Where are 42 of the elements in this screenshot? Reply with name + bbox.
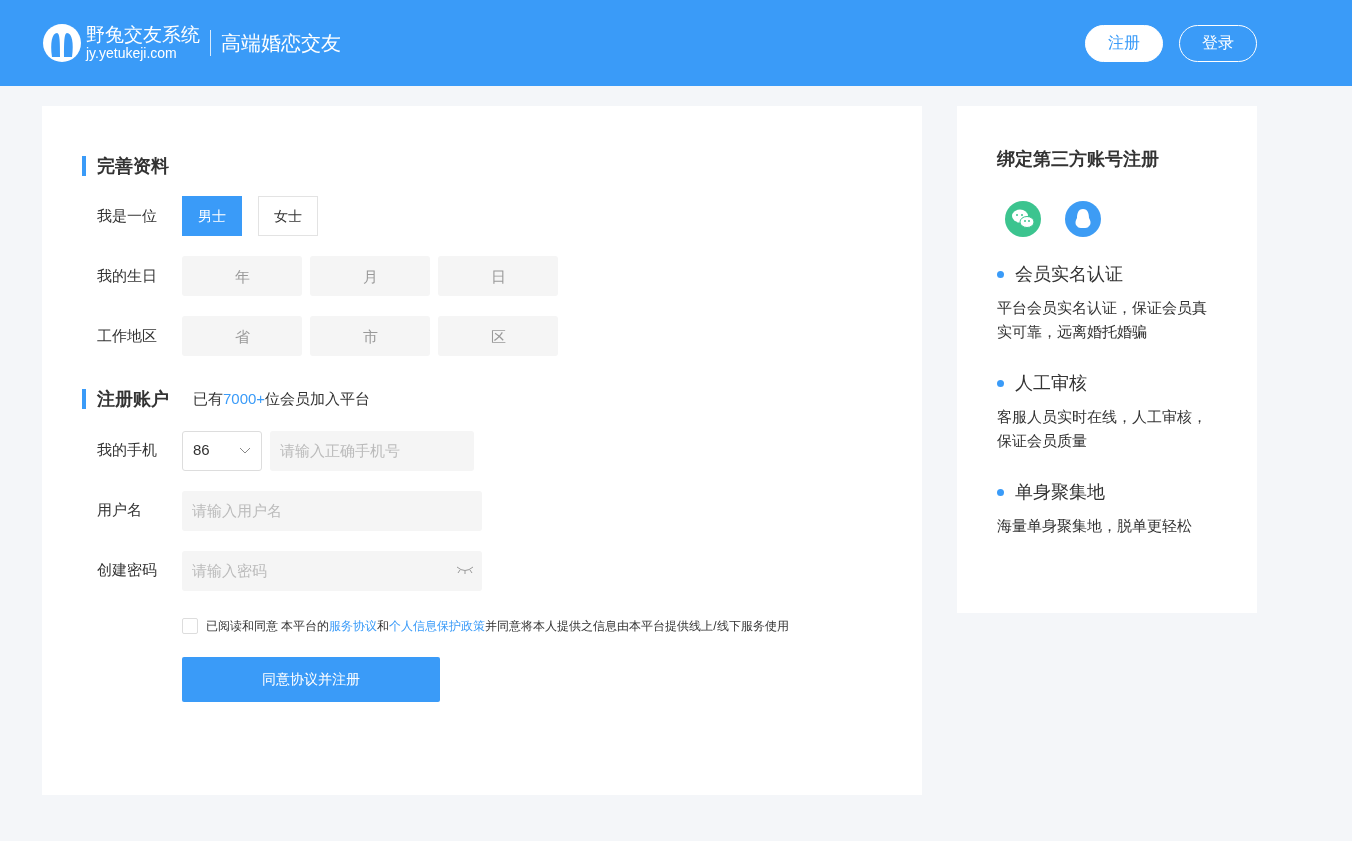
- chevron-down-icon: [239, 447, 251, 454]
- submit-button[interactable]: 同意协议并注册: [182, 656, 440, 702]
- slogan-text: 高端婚恋交友: [221, 31, 341, 56]
- register-button[interactable]: 注册: [1085, 24, 1163, 62]
- country-code-select[interactable]: 86: [182, 430, 262, 471]
- section-title: 注册账户: [82, 389, 169, 410]
- member-count-text: 已有7000+位会员加入平台: [193, 389, 371, 409]
- logo-url: jy.yetukeji.com: [86, 45, 178, 62]
- gender-option[interactable]: 男士: [182, 196, 242, 236]
- input-field[interactable]: 月: [310, 256, 430, 296]
- input-field[interactable]: 市: [310, 316, 430, 356]
- gender-option[interactable]: 女士: [258, 196, 318, 236]
- bullet-icon: [997, 489, 1004, 496]
- agreement-link[interactable]: 服务协议: [329, 618, 378, 633]
- input-field[interactable]: 日: [438, 256, 558, 296]
- closed-eye-icon[interactable]: [456, 564, 474, 575]
- logo-name: 野兔交友系统: [86, 24, 200, 46]
- wechat-login-icon[interactable]: [1005, 201, 1041, 237]
- sidebar-title: 绑定第三方账号注册: [997, 148, 1160, 171]
- field-label: 我是一位: [96, 205, 158, 226]
- input-field[interactable]: 区: [438, 316, 558, 356]
- feature-title: 会员实名认证: [1015, 263, 1123, 286]
- input-field[interactable]: 省: [182, 316, 302, 356]
- bullet-icon: [997, 271, 1004, 278]
- feature-title: 单身聚集地: [1015, 481, 1105, 504]
- agreement-link[interactable]: 个人信息保护政策: [389, 618, 486, 633]
- feature-description: 客服人员实时在线，人工审核，保证会员质量: [997, 407, 1207, 451]
- feature-description: 平台会员实名认证，保证会员真实可靠，远离婚托婚骗: [997, 298, 1207, 342]
- field-label: 创建密码: [96, 560, 158, 581]
- field-label: 用户名: [96, 500, 143, 521]
- section-title: 完善资料: [82, 156, 169, 176]
- field-label: 我的手机: [96, 440, 158, 461]
- field-label: 工作地区: [96, 325, 158, 346]
- field-label: 我的生日: [96, 265, 158, 286]
- feature-description: 海量单身聚集地，脱单更轻松: [997, 516, 1193, 536]
- agree-checkbox[interactable]: [182, 617, 198, 634]
- penguin-login-icon[interactable]: [1065, 201, 1101, 237]
- rabbit-logo-icon: [42, 23, 82, 63]
- input-field[interactable]: 年: [182, 256, 302, 296]
- feature-title: 人工审核: [1015, 372, 1087, 395]
- agreement-text: 已阅读和同意 本平台的服务协议和个人信息保护政策并同意将本人提供之信息由本平台提供线上/线下服务使用: [206, 617, 789, 635]
- bullet-icon: [997, 380, 1004, 387]
